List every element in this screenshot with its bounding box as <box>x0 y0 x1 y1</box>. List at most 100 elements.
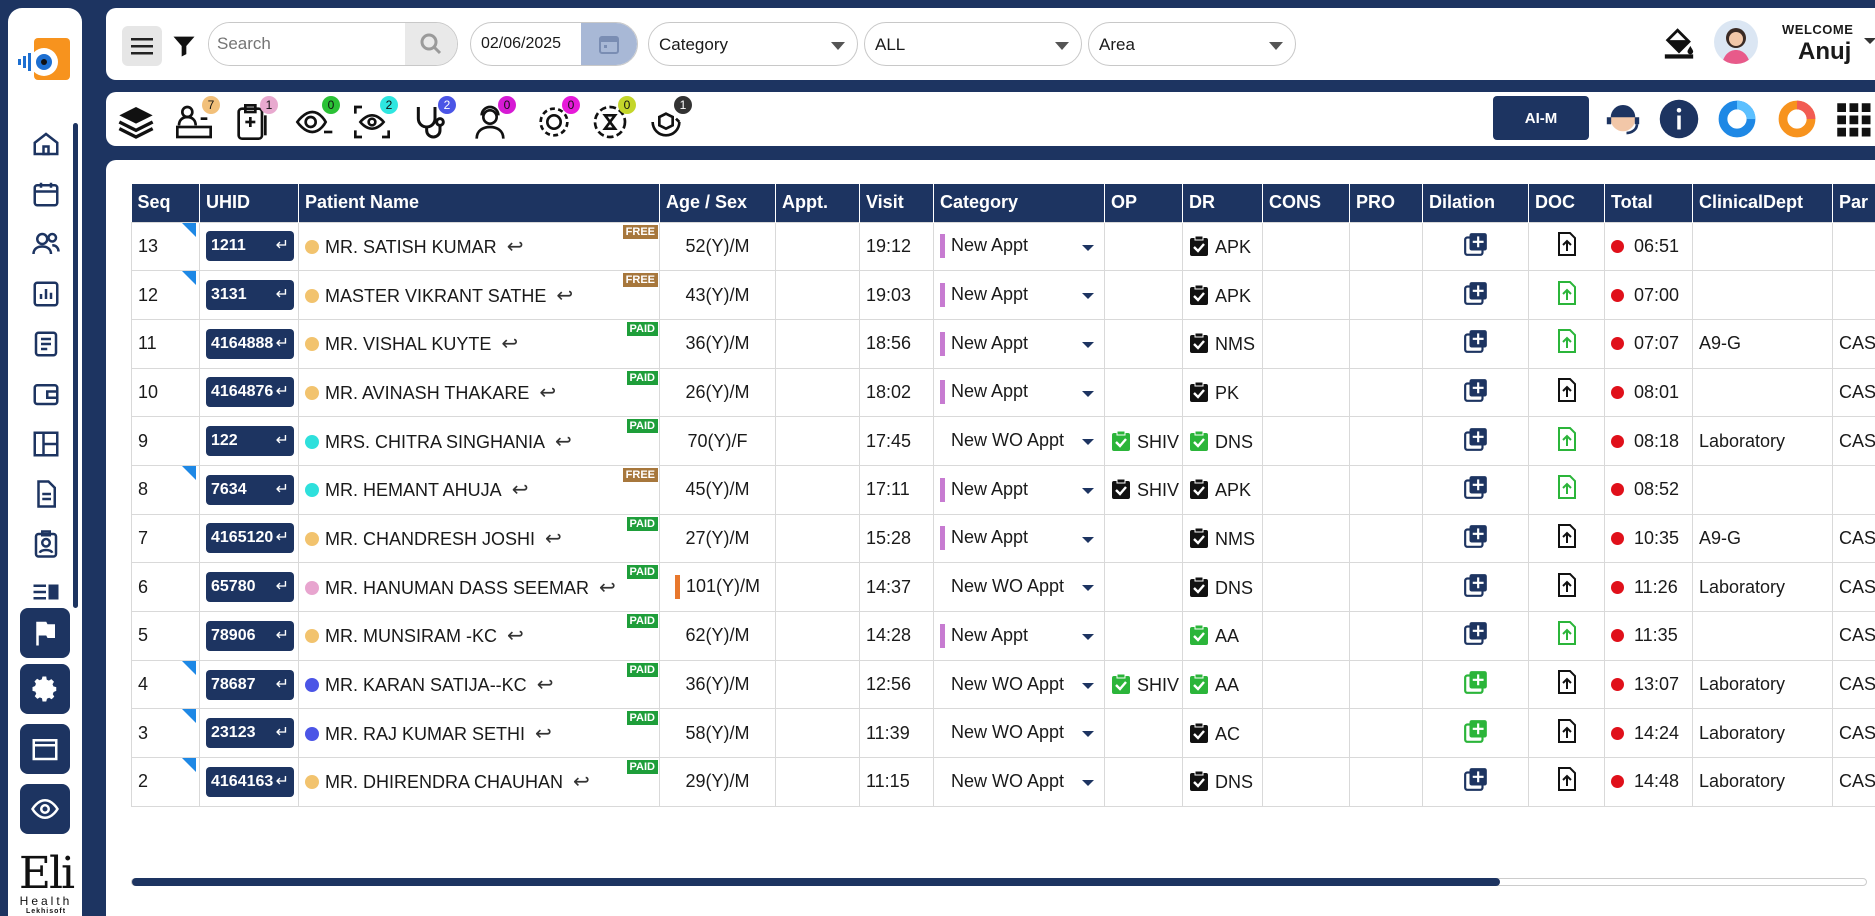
notes-icon[interactable] <box>26 324 66 364</box>
chevron-down-icon[interactable] <box>1082 293 1094 300</box>
category-cell[interactable]: New Appt <box>933 318 1105 369</box>
return-arrow-icon[interactable]: ↩ <box>555 431 572 453</box>
document-upload-icon[interactable] <box>1555 766 1579 792</box>
layers-button[interactable] <box>114 96 164 142</box>
column-header[interactable]: ClinicalDept <box>1692 184 1833 222</box>
return-arrow-icon[interactable]: ↩ <box>507 236 524 258</box>
eye-exam-button[interactable]: 0 <box>292 96 342 142</box>
add-dilation-icon[interactable] <box>1463 523 1489 549</box>
doc-cell[interactable] <box>1528 416 1605 466</box>
dilation-cell[interactable] <box>1422 562 1529 612</box>
column-header[interactable]: Total <box>1604 184 1693 222</box>
column-header[interactable]: Appt. <box>775 184 860 222</box>
doc-cell[interactable] <box>1528 221 1605 272</box>
doc-cell[interactable] <box>1528 318 1605 369</box>
area-select[interactable]: Area <box>1088 22 1296 66</box>
ai-m-button[interactable]: AI-M <box>1493 96 1589 140</box>
table-row[interactable]: 4 78687 ↵ MR. KARAN SATIJA--KC ↩ PAID 36(Y)/M 1… <box>131 659 1875 710</box>
dilation-button[interactable]: 0 <box>588 96 638 142</box>
paint-bucket-icon[interactable] <box>1662 26 1696 60</box>
return-arrow-icon[interactable]: ↩ <box>599 577 616 599</box>
doctor-button[interactable]: 2 <box>408 96 458 142</box>
document-icon[interactable] <box>26 474 66 514</box>
return-arrow-icon[interactable]: ↩ <box>501 333 518 355</box>
category-cell[interactable]: New WO Appt <box>933 708 1105 759</box>
category-cell[interactable]: New Appt <box>933 513 1105 564</box>
document-upload-icon[interactable] <box>1555 426 1579 452</box>
document-upload-icon[interactable] <box>1555 377 1579 403</box>
doc-cell[interactable] <box>1528 562 1605 612</box>
dilation-cell[interactable] <box>1422 367 1529 418</box>
doc-cell[interactable] <box>1528 270 1605 320</box>
add-dilation-icon[interactable] <box>1463 328 1489 354</box>
column-header[interactable]: Visit <box>859 184 934 222</box>
category-cell[interactable]: New Appt <box>933 464 1105 515</box>
column-header[interactable]: Par <box>1832 184 1875 222</box>
chevron-down-icon[interactable] <box>1082 244 1094 251</box>
column-header[interactable]: DR <box>1182 184 1263 222</box>
category-cell[interactable]: New WO Appt <box>933 659 1105 710</box>
return-arrow-icon[interactable]: ↩ <box>507 625 524 647</box>
return-arrow-icon[interactable]: ↩ <box>512 479 529 501</box>
return-arrow-icon[interactable]: ↩ <box>535 723 552 745</box>
doc-cell[interactable] <box>1528 464 1605 515</box>
category-cell[interactable]: New WO Appt <box>933 757 1105 807</box>
table-row[interactable]: 11 4164888 ↵ MR. VISHAL KUYTE ↩ PAID 36(Y)/M 18… <box>131 318 1875 369</box>
document-upload-icon[interactable] <box>1555 620 1579 646</box>
counselor-button[interactable]: 0 <box>468 96 518 142</box>
chevron-down-icon[interactable] <box>1082 731 1094 738</box>
table-row[interactable]: 12 3131 ↵ MASTER VIKRANT SATHE ↩ FREE 43(Y)/M 1… <box>131 270 1875 320</box>
dilation-cell[interactable] <box>1422 757 1529 807</box>
document-upload-icon[interactable] <box>1555 474 1579 500</box>
reception-button[interactable]: 7 <box>172 96 222 142</box>
patient-name[interactable]: MR. AVINASH THAKARE <box>325 383 529 403</box>
document-upload-icon[interactable] <box>1555 280 1579 306</box>
return-arrow-icon[interactable]: ↩ <box>573 771 590 793</box>
doc-cell[interactable] <box>1528 659 1605 710</box>
uhid-tag[interactable]: 4164888 ↵ <box>206 328 294 359</box>
sidebar-scrollbar[interactable] <box>73 123 78 608</box>
column-header[interactable]: Category <box>933 184 1105 222</box>
patient-name[interactable]: MR. CHANDRESH JOSHI <box>325 529 535 549</box>
column-header[interactable]: CONS <box>1262 184 1350 222</box>
table-row[interactable]: 10 4164876 ↵ MR. AVINASH THAKARE ↩ PAID 26(Y)/… <box>131 367 1875 418</box>
users-icon[interactable] <box>26 224 66 264</box>
dilation-cell[interactable] <box>1422 659 1529 710</box>
info-icon[interactable] <box>1658 98 1700 140</box>
dilation-cell[interactable] <box>1422 513 1529 564</box>
return-arrow-icon[interactable]: ↩ <box>537 674 554 696</box>
doc-cell[interactable] <box>1528 757 1605 807</box>
process-button[interactable]: 0 <box>532 96 582 142</box>
dilation-cell[interactable] <box>1422 318 1529 369</box>
search-input[interactable] <box>209 23 405 65</box>
dilation-cell[interactable] <box>1422 416 1529 466</box>
table-row[interactable]: 7 4165120 ↵ MR. CHANDRESH JOSHI ↩ PAID 27(Y)/M… <box>131 513 1875 564</box>
document-upload-icon[interactable] <box>1555 328 1579 354</box>
category-cell[interactable]: New Appt <box>933 367 1105 418</box>
patient-name[interactable]: MR. DHIRENDRA CHAUHAN <box>325 772 563 792</box>
list-view-icon[interactable] <box>26 580 66 604</box>
column-header[interactable]: OP <box>1104 184 1183 222</box>
return-arrow-icon[interactable]: ↩ <box>556 285 573 307</box>
uhid-tag[interactable]: 7634 ↵ <box>206 474 294 505</box>
dilation-cell[interactable] <box>1422 611 1529 661</box>
return-arrow-icon[interactable]: ↩ <box>545 528 562 550</box>
reports-chart-icon[interactable] <box>26 274 66 314</box>
patient-name[interactable]: MR. RAJ KUMAR SETHI <box>325 724 525 744</box>
add-dilation-icon[interactable] <box>1463 572 1489 598</box>
document-upload-icon[interactable] <box>1555 231 1579 257</box>
package-button[interactable]: 1 <box>644 96 694 142</box>
uhid-tag[interactable]: 78906 ↵ <box>206 620 294 651</box>
document-upload-icon[interactable] <box>1555 718 1579 744</box>
add-dilation-icon[interactable] <box>1463 718 1489 744</box>
date-field[interactable]: 02/06/2025 <box>470 22 638 66</box>
flag-button[interactable] <box>20 608 70 658</box>
doc-cell[interactable] <box>1528 611 1605 661</box>
uhid-tag[interactable]: 4164163 ↵ <box>206 766 294 797</box>
chevron-down-icon[interactable] <box>1082 585 1094 592</box>
patient-name[interactable]: MASTER VIKRANT SATHE <box>325 286 546 306</box>
table-row[interactable]: 8 7634 ↵ MR. HEMANT AHUJA ↩ FREE 45(Y)/M 17:11 N… <box>131 464 1875 515</box>
document-upload-icon[interactable] <box>1555 523 1579 549</box>
table-row[interactable]: 2 4164163 ↵ MR. DHIRENDRA CHAUHAN ↩ PAID 29(Y)… <box>131 757 1875 807</box>
add-dilation-icon[interactable] <box>1463 426 1489 452</box>
